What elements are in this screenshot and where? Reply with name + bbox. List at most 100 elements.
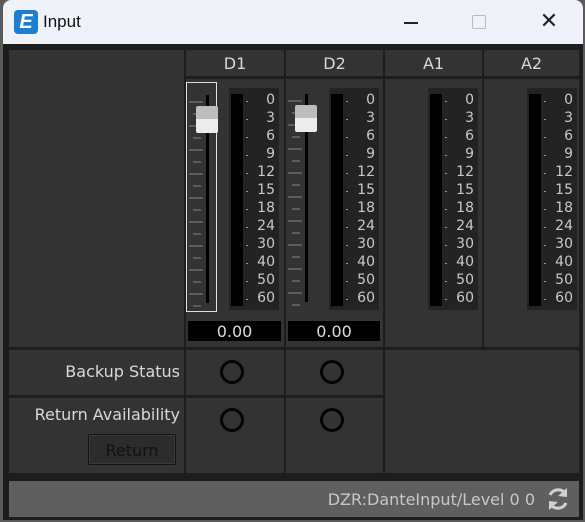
meter-tick <box>544 173 546 174</box>
meter-tick <box>246 119 248 120</box>
meter-scale-label: 0 <box>564 92 573 108</box>
meter-scale-label: 6 <box>465 128 474 144</box>
meter-tick <box>544 119 546 120</box>
meter-scale-label: 6 <box>564 128 573 144</box>
meter-tick <box>246 281 248 282</box>
fader-scale-mark <box>292 136 300 138</box>
fader-scale-mark <box>292 184 300 186</box>
channel-header-d1: D1 <box>186 50 284 76</box>
fader-value-d2[interactable]: 0.00 <box>288 321 380 341</box>
meter-scale-label: 0 <box>366 92 375 108</box>
fader-scale-mark <box>189 245 203 247</box>
meter-tick <box>544 245 546 246</box>
analog-empty-cell <box>385 350 579 473</box>
fader-knob-top <box>196 106 218 119</box>
meter-scale-label: 50 <box>257 272 275 288</box>
meter-scale-label: 24 <box>456 218 474 234</box>
fader-scale-mark <box>193 137 201 139</box>
meter-scale-label: 3 <box>366 110 375 126</box>
fader-scale-mark <box>292 256 300 258</box>
fader-value-d1[interactable]: 0.00 <box>188 321 281 341</box>
meter-tick <box>544 299 546 300</box>
meter-scale-label: 30 <box>456 236 474 252</box>
meter-tick <box>246 209 248 210</box>
meter-tick <box>346 191 348 192</box>
meter-scale-label: 12 <box>357 164 375 180</box>
meter-tick <box>246 155 248 156</box>
meter-tick <box>544 281 546 282</box>
meter-scale-label: 9 <box>564 146 573 162</box>
meter-scale-label: 6 <box>266 128 275 144</box>
meter-scale-label: 12 <box>456 164 474 180</box>
meter-scale-label: 3 <box>266 110 275 126</box>
meter-scale-label: 18 <box>456 200 474 216</box>
meter-scale-label: 60 <box>456 290 474 306</box>
fader-knob[interactable] <box>295 105 317 132</box>
minimize-button[interactable] <box>388 6 434 38</box>
status-text: DZR:DanteInput/Level 0 0 <box>327 490 535 509</box>
return-availability-indicator-d2 <box>320 408 344 432</box>
fader-scale-mark <box>288 100 302 102</box>
maximize-button[interactable] <box>456 6 502 38</box>
channel-header-a2: A2 <box>484 50 579 76</box>
meter-scale-label: 18 <box>357 200 375 216</box>
fader-knob[interactable] <box>196 106 218 133</box>
return-button[interactable]: Return <box>88 434 176 465</box>
fader-scale-mark <box>189 149 203 151</box>
return-availability-label: Return Availability <box>34 405 180 424</box>
fader-scale-mark <box>292 232 300 234</box>
maximize-icon <box>472 15 486 29</box>
channel-header-d2: D2 <box>286 50 383 76</box>
meter-scale-label: 24 <box>357 218 375 234</box>
meter-tick <box>544 263 546 264</box>
title-bar: E Input ✕ <box>3 0 583 44</box>
fader-scale-mark <box>193 257 201 259</box>
meter-scale-label: 15 <box>257 182 275 198</box>
meter-tick <box>246 101 248 102</box>
fader-scale-mark <box>292 280 300 282</box>
meter-tick <box>544 227 546 228</box>
input-window: E Input ✕ D1 D2 A1 A2 0 3 6 9 12 15 18 24 30 40 50… <box>3 0 583 520</box>
meter-scale-label: 40 <box>555 254 573 270</box>
close-button[interactable]: ✕ <box>526 6 572 38</box>
fader-scale-mark <box>288 220 302 222</box>
backup-status-cell-d1 <box>186 350 284 395</box>
fader-scale-mark <box>193 233 201 235</box>
meter-tick <box>445 119 447 120</box>
meter-tick <box>246 263 248 264</box>
meter-scale-label: 15 <box>555 182 573 198</box>
meter-tick <box>346 299 348 300</box>
meter-scale-label: 9 <box>465 146 474 162</box>
fader-scale-mark <box>189 197 203 199</box>
level-meter-a2: 0 3 6 9 12 15 18 24 30 40 50 60 <box>527 88 577 310</box>
meter-tick <box>346 137 348 138</box>
window-title: Input <box>43 12 81 31</box>
meter-scale-label: 60 <box>357 290 375 306</box>
fader-scale-mark <box>288 292 302 294</box>
meter-tick <box>246 173 248 174</box>
fader-scale-mark <box>189 173 203 175</box>
fader-scale-mark <box>193 305 201 307</box>
fader-scale-mark <box>288 244 302 246</box>
refresh-button[interactable] <box>543 484 573 514</box>
meter-scale-label: 40 <box>357 254 375 270</box>
meter-tick <box>445 299 447 300</box>
meter-scale-label: 18 <box>555 200 573 216</box>
meter-scale-label: 15 <box>357 182 375 198</box>
meter-tick <box>346 119 348 120</box>
meter-scale-label: 24 <box>555 218 573 234</box>
meter-tick <box>346 263 348 264</box>
fader-knob-top <box>295 105 317 118</box>
status-bar: DZR:DanteInput/Level 0 0 <box>9 481 579 517</box>
meter-scale-label: 60 <box>555 290 573 306</box>
meter-tick <box>246 137 248 138</box>
meter-bar <box>231 94 243 306</box>
fader-d1[interactable] <box>186 82 218 312</box>
meter-scale-label: 30 <box>357 236 375 252</box>
fader-scale-mark <box>288 196 302 198</box>
meter-bar <box>331 94 343 306</box>
fader-d2[interactable] <box>286 82 317 312</box>
meter-scale-label: 0 <box>465 92 474 108</box>
fader-scale-mark <box>193 281 201 283</box>
meter-scale-label: 24 <box>257 218 275 234</box>
